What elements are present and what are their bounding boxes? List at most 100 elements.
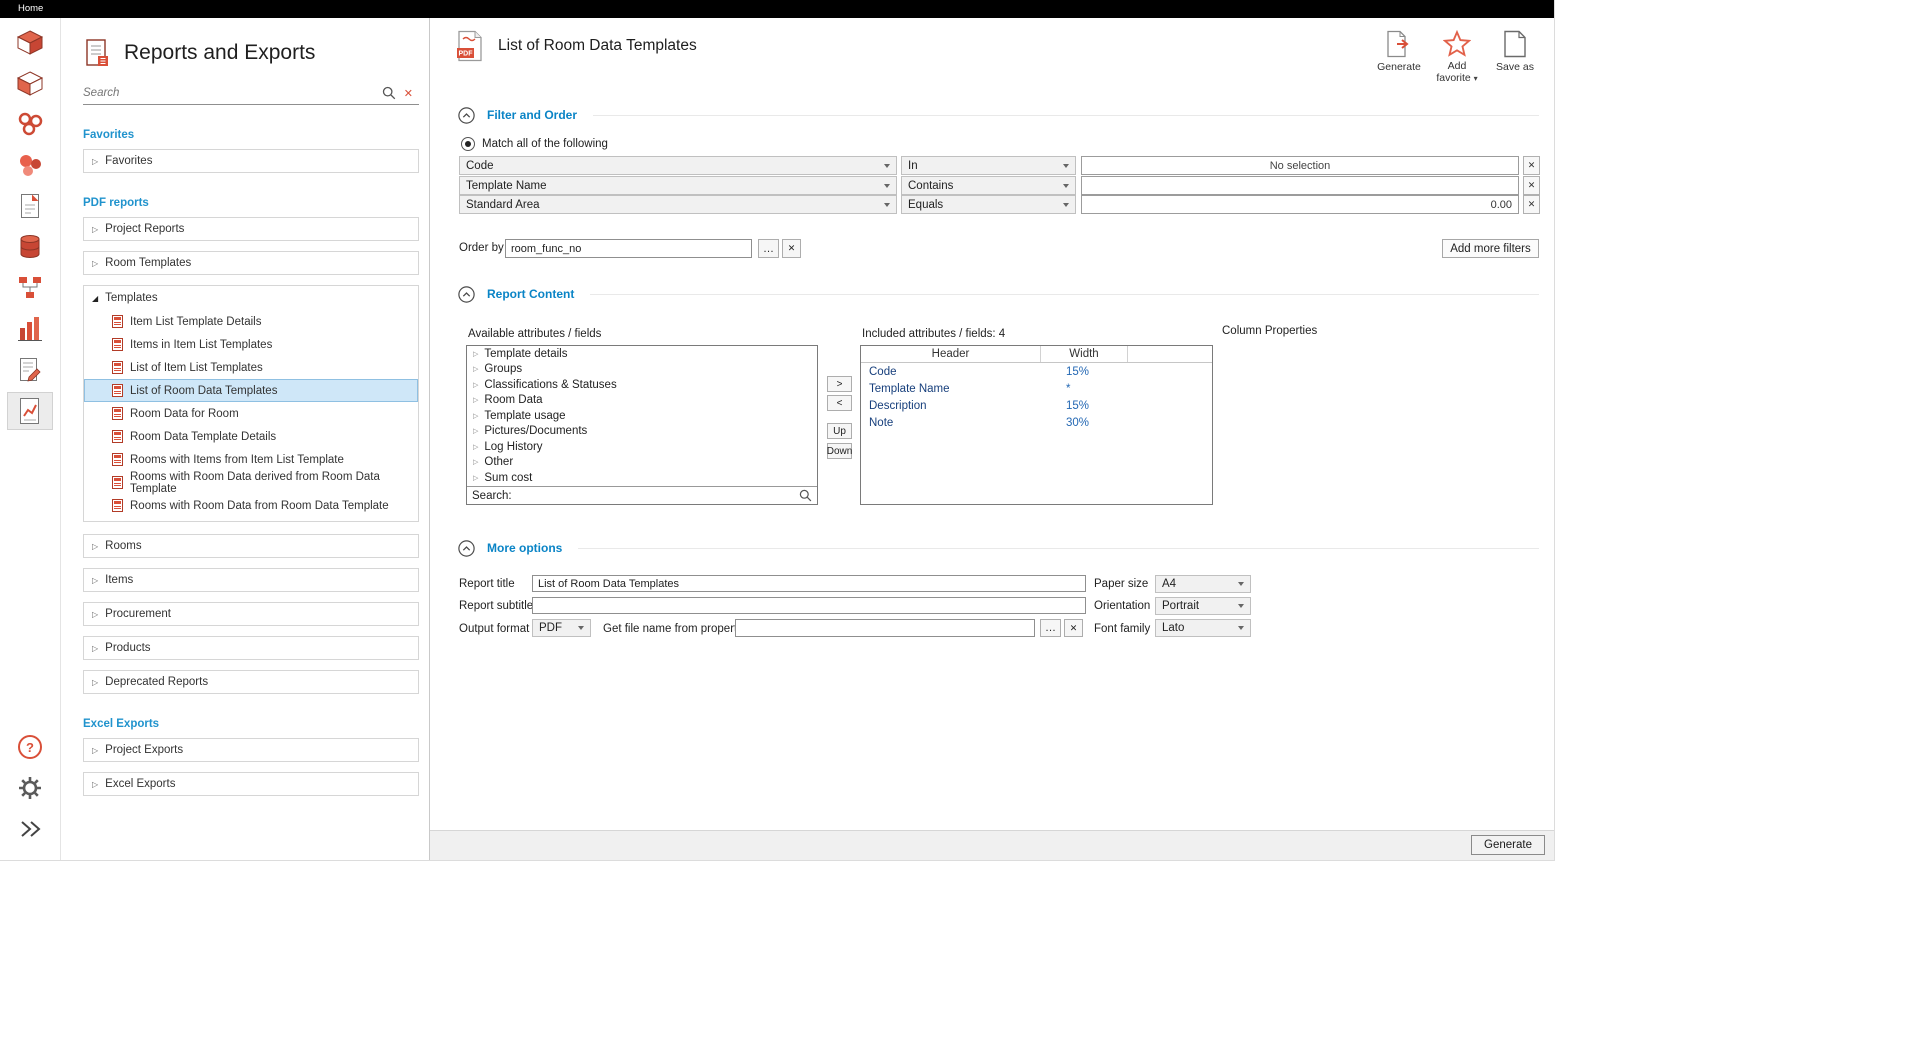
rail-item-documents[interactable] [8, 188, 52, 224]
add-more-filters-button[interactable]: Add more filters [1442, 239, 1539, 258]
filter-value-field[interactable]: 0.00 [1081, 195, 1519, 214]
collapsed-triangle-icon[interactable]: ▷ [92, 746, 98, 755]
available-attribute[interactable]: ▷Sum cost [467, 470, 817, 486]
remove-filter-button[interactable]: ✕ [1523, 176, 1540, 195]
collapsed-triangle-icon[interactable]: ▷ [92, 610, 98, 619]
report-title-input[interactable] [532, 575, 1086, 592]
collapsed-triangle-icon[interactable]: ▷ [473, 412, 478, 420]
expanded-triangle-icon[interactable]: ◢ [92, 294, 98, 303]
filter-value-field[interactable] [1081, 176, 1519, 195]
included-row[interactable]: Template Name * [861, 380, 1212, 397]
available-attribute[interactable]: ▷Groups [467, 362, 817, 378]
sidebar-item-items[interactable]: ▷ Items [83, 568, 419, 592]
move-up-button[interactable]: Up [827, 423, 852, 439]
sidebar-item-excel-exports[interactable]: ▷ Excel Exports [83, 772, 419, 796]
sidebar-item-favorites[interactable]: ▷ Favorites [83, 149, 419, 173]
sidebar-item-procurement[interactable]: ▷ Procurement [83, 602, 419, 626]
rail-item-room-function[interactable] [8, 65, 52, 101]
included-row[interactable]: Note 30% [861, 414, 1212, 431]
available-attribute[interactable]: ▷Template usage [467, 408, 817, 424]
included-row[interactable]: Code 15% [861, 363, 1212, 380]
collapsed-triangle-icon[interactable]: ▷ [92, 678, 98, 687]
collapsed-triangle-icon[interactable]: ▷ [473, 458, 478, 466]
search-icon[interactable] [382, 86, 396, 100]
collapsed-triangle-icon[interactable]: ▷ [92, 644, 98, 653]
remove-attribute-button[interactable]: < [827, 395, 852, 411]
collapsed-triangle-icon[interactable]: ▷ [92, 780, 98, 789]
search-icon[interactable] [799, 489, 812, 502]
generate-button[interactable]: Generate [1370, 30, 1428, 85]
collapsed-triangle-icon[interactable]: ▷ [473, 350, 478, 358]
filter-value-field[interactable]: No selection [1081, 156, 1519, 175]
order-by-clear-button[interactable]: ✕ [782, 239, 801, 258]
generate-bottom-button[interactable]: Generate [1471, 835, 1545, 855]
paper-size-select[interactable]: A4 [1155, 575, 1251, 593]
filter-field-select[interactable]: Template Name [459, 176, 897, 195]
rail-item-help[interactable]: ? [8, 729, 52, 765]
tree-item[interactable]: Room Data for Room [84, 402, 418, 425]
save-as-button[interactable]: Save as [1486, 30, 1544, 85]
collapsed-triangle-icon[interactable]: ▷ [92, 225, 98, 234]
available-attribute[interactable]: ▷Log History [467, 439, 817, 455]
tree-item[interactable]: Item List Template Details [84, 310, 418, 333]
collapsed-triangle-icon[interactable]: ▷ [92, 259, 98, 268]
collapsed-triangle-icon[interactable]: ▷ [473, 474, 478, 482]
collapse-section-icon[interactable] [458, 286, 475, 303]
rail-item-workflow[interactable] [8, 270, 52, 306]
sidebar-item-deprecated-reports[interactable]: ▷ Deprecated Reports [83, 670, 419, 694]
orientation-select[interactable]: Portrait [1155, 597, 1251, 615]
collapsed-triangle-icon[interactable]: ▷ [473, 396, 478, 404]
sidebar-item-templates[interactable]: ◢ Templates [84, 286, 418, 310]
file-name-input[interactable] [735, 619, 1035, 637]
rail-item-settings[interactable] [8, 770, 52, 806]
output-format-select[interactable]: PDF [532, 619, 591, 637]
rail-item-items[interactable] [8, 106, 52, 142]
report-subtitle-input[interactable] [532, 597, 1086, 614]
filter-operator-select[interactable]: Equals [901, 195, 1076, 214]
collapsed-triangle-icon[interactable]: ▷ [92, 157, 98, 166]
rail-item-reports[interactable] [8, 393, 52, 429]
remove-filter-button[interactable]: ✕ [1523, 195, 1540, 214]
font-family-select[interactable]: Lato [1155, 619, 1251, 637]
sidebar-item-project-reports[interactable]: ▷ Project Reports [83, 217, 419, 241]
tree-item[interactable]: Items in Item List Templates [84, 333, 418, 356]
rail-item-database[interactable] [8, 229, 52, 265]
available-attribute[interactable]: ▷Template details [467, 346, 817, 362]
collapse-section-icon[interactable] [458, 107, 475, 124]
available-attribute[interactable]: ▷Other [467, 455, 817, 471]
available-attribute[interactable]: ▷Pictures/Documents [467, 424, 817, 440]
move-down-button[interactable]: Down [827, 443, 852, 459]
add-favorite-button[interactable]: Add favorite ▾ [1428, 30, 1486, 85]
collapsed-triangle-icon[interactable]: ▷ [473, 381, 478, 389]
rail-item-forms[interactable] [8, 352, 52, 388]
available-attribute[interactable]: ▷Classifications & Statuses [467, 377, 817, 393]
rail-item-expand[interactable] [8, 811, 52, 847]
sidebar-item-products[interactable]: ▷ Products [83, 636, 419, 660]
collapsed-triangle-icon[interactable]: ▷ [473, 443, 478, 451]
match-all-radio[interactable] [461, 137, 475, 151]
search-input[interactable] [83, 87, 378, 99]
collapsed-triangle-icon[interactable]: ▷ [92, 576, 98, 585]
collapsed-triangle-icon[interactable]: ▷ [473, 365, 478, 373]
order-by-browse-button[interactable]: … [758, 239, 779, 258]
add-attribute-button[interactable]: > [827, 376, 852, 392]
included-row[interactable]: Description 15% [861, 397, 1212, 414]
collapse-section-icon[interactable] [458, 540, 475, 557]
rail-item-model[interactable] [8, 24, 52, 60]
tree-item-selected[interactable]: List of Room Data Templates [84, 379, 418, 402]
filter-field-select[interactable]: Code [459, 156, 897, 175]
home-label[interactable]: Home [18, 3, 43, 14]
sidebar-item-rooms[interactable]: ▷ Rooms [83, 534, 419, 558]
filter-field-select[interactable]: Standard Area [459, 195, 897, 214]
file-name-clear-button[interactable]: ✕ [1064, 619, 1083, 637]
tree-item[interactable]: Room Data Template Details [84, 425, 418, 448]
clear-search-icon[interactable]: ✕ [404, 87, 413, 100]
order-by-input[interactable] [505, 239, 752, 258]
rail-item-finance[interactable] [8, 311, 52, 347]
tree-item[interactable]: List of Item List Templates [84, 356, 418, 379]
collapsed-triangle-icon[interactable]: ▷ [92, 542, 98, 551]
remove-filter-button[interactable]: ✕ [1523, 156, 1540, 175]
file-name-browse-button[interactable]: … [1040, 619, 1061, 637]
sidebar-item-room-templates[interactable]: ▷ Room Templates [83, 251, 419, 275]
tree-item[interactable]: Rooms with Items from Item List Template [84, 448, 418, 471]
